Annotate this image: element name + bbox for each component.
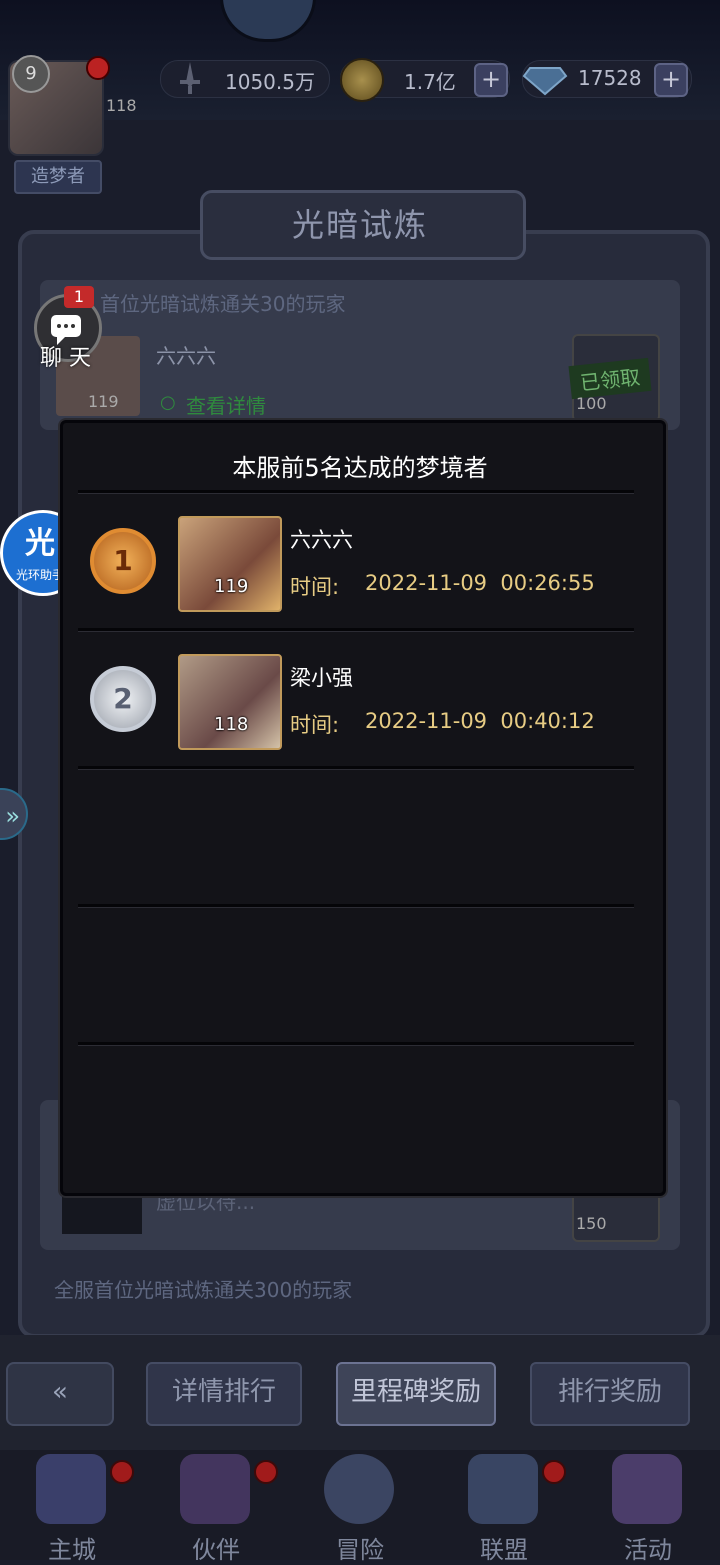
nav-partners[interactable]: 伙伴 bbox=[144, 1450, 289, 1564]
chat-label: 聊 天 bbox=[40, 346, 91, 371]
milestone-player-name: 六六六 bbox=[156, 344, 216, 368]
divider bbox=[78, 628, 634, 632]
silver-medal-icon: 2 bbox=[90, 666, 156, 732]
back-button[interactable]: « bbox=[6, 1362, 114, 1426]
gold-value: 1.7亿 bbox=[404, 70, 456, 94]
reward-amount: 150 bbox=[576, 1214, 607, 1233]
diamond-value: 17528 bbox=[578, 66, 642, 90]
notification-dot bbox=[110, 1460, 134, 1484]
divider bbox=[78, 766, 634, 770]
portrait-level: 118 bbox=[214, 714, 249, 735]
sword-icon bbox=[170, 58, 210, 102]
reward-amount: 100 bbox=[576, 394, 607, 413]
notification-dot bbox=[86, 56, 110, 80]
time-label: 时间: bbox=[290, 713, 340, 737]
divider bbox=[78, 1042, 634, 1046]
shield-icon bbox=[468, 1454, 538, 1524]
player-portrait[interactable] bbox=[178, 516, 282, 612]
chat-unread-badge: 1 bbox=[64, 286, 94, 308]
magnifier-icon: ○ bbox=[160, 392, 176, 413]
cards-icon bbox=[612, 1454, 682, 1524]
nav-adventure[interactable]: 冒险 bbox=[288, 1450, 433, 1564]
player-title-badge: 造梦者 bbox=[14, 160, 102, 194]
player-name: 梁小强 bbox=[290, 666, 353, 690]
top-players-modal bbox=[60, 420, 666, 1196]
add-diamond-button[interactable]: + bbox=[654, 63, 688, 97]
witch-hat-icon bbox=[180, 1454, 250, 1524]
nav-events[interactable]: 活动 bbox=[576, 1450, 720, 1564]
milestone-condition: 全服首位光暗试炼通关300的玩家 bbox=[54, 1278, 353, 1302]
diamond-icon bbox=[522, 58, 568, 102]
nav-alliance[interactable]: 联盟 bbox=[432, 1450, 577, 1564]
tab-ranking-reward[interactable]: 排行奖励 bbox=[530, 1362, 690, 1426]
panel-title: 光暗试炼 bbox=[291, 206, 428, 244]
power-value: 1050.5万 bbox=[225, 70, 315, 94]
player-portrait[interactable] bbox=[178, 654, 282, 750]
modal-title: 本服前5名达成的梦境者 bbox=[232, 454, 488, 482]
divider bbox=[78, 490, 634, 494]
gold-medal-icon: 1 bbox=[90, 528, 156, 594]
gold-coin-icon bbox=[340, 58, 384, 102]
tab-milestone-reward[interactable]: 里程碑奖励 bbox=[336, 1362, 496, 1426]
milestone-condition: 首位光暗试炼通关30的玩家 bbox=[100, 292, 346, 316]
portrait-level: 119 bbox=[214, 576, 249, 597]
player-level-badge: 9 bbox=[12, 55, 50, 93]
time-label: 时间: bbox=[290, 575, 340, 599]
nav-main-city[interactable]: 主城 bbox=[0, 1450, 145, 1564]
add-gold-button[interactable]: + bbox=[474, 63, 508, 97]
milestone-portrait-level: 119 bbox=[88, 392, 119, 411]
notification-dot bbox=[542, 1460, 566, 1484]
avatar-level-text: 118 bbox=[106, 96, 137, 115]
player-name: 六六六 bbox=[290, 528, 353, 552]
clear-time: 2022-11-09 00:40:12 bbox=[365, 709, 595, 733]
notification-dot bbox=[254, 1460, 278, 1484]
divider bbox=[78, 904, 634, 908]
clear-time: 2022-11-09 00:26:55 bbox=[365, 571, 595, 595]
compass-icon bbox=[324, 1454, 394, 1524]
castle-icon bbox=[36, 1454, 106, 1524]
view-details-link[interactable]: 查看详情 bbox=[186, 390, 266, 419]
tab-ranking-detail[interactable]: 详情排行 bbox=[146, 1362, 302, 1426]
